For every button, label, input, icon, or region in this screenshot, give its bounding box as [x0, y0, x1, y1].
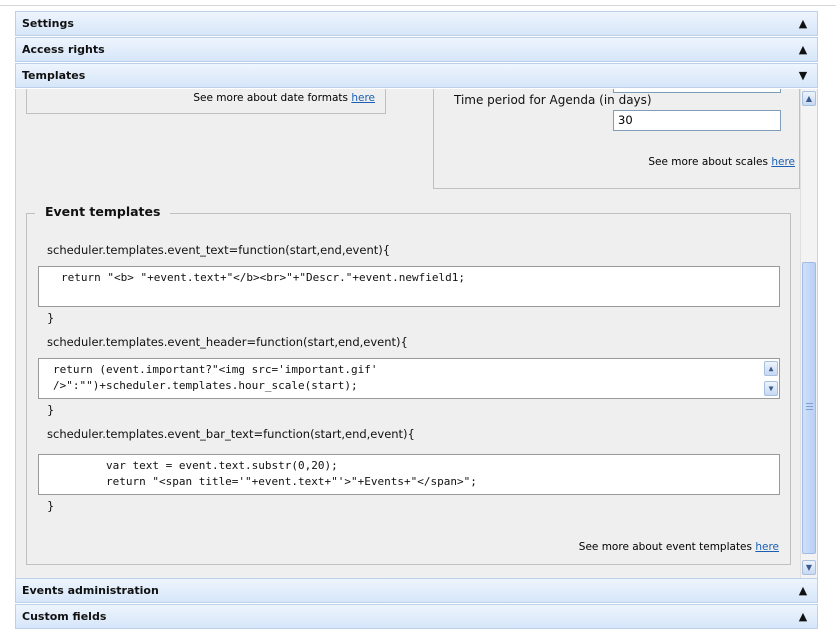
- agenda-days-value: 30: [618, 113, 633, 127]
- date-formats-fieldset: See more about date formats here: [26, 89, 386, 114]
- date-formats-text: See more about date formats: [193, 92, 352, 104]
- event-bar-code-line1: var text = event.text.substr(0,20);: [53, 459, 338, 472]
- scales-link[interactable]: here: [771, 156, 795, 168]
- templates-panel: See more about date formats here 14 Time…: [15, 89, 818, 578]
- event-templates-note: See more about event templates here: [579, 541, 779, 553]
- date-formats-note: See more about date formats here: [193, 92, 375, 104]
- scroll-up-icon[interactable]: ▲: [764, 361, 778, 376]
- event-text-close: }: [47, 311, 55, 325]
- accordion-settings[interactable]: Settings ▲: [15, 11, 818, 36]
- event-header-close: }: [47, 403, 55, 417]
- agenda-days-input[interactable]: 30: [613, 110, 781, 131]
- event-bar-signature: scheduler.templates.event_bar_text=funct…: [47, 427, 415, 441]
- event-text-signature: scheduler.templates.event_text=function(…: [47, 243, 391, 257]
- agenda-label: Time period for Agenda (in days): [454, 93, 652, 107]
- chevron-up-icon[interactable]: ▲: [797, 12, 809, 36]
- chevron-down-icon[interactable]: ▼: [797, 64, 809, 88]
- date-formats-link[interactable]: here: [351, 92, 375, 104]
- accordion-custom-fields-label: Custom fields: [22, 610, 107, 623]
- event-header-code-line2: />":"")+scheduler.templates.hour_scale(s…: [53, 379, 358, 392]
- accordion-settings-label: Settings: [22, 17, 74, 30]
- scrollbar-thumb[interactable]: [802, 262, 816, 554]
- accordion-access-rights-label: Access rights: [22, 43, 105, 56]
- accordion-events-administration-label: Events administration: [22, 584, 159, 597]
- chevron-up-icon[interactable]: ▲: [797, 38, 809, 62]
- accordion-access-rights[interactable]: Access rights ▲: [15, 37, 818, 62]
- event-header-editor[interactable]: return (event.important?"<img src='impor…: [38, 358, 780, 399]
- event-bar-close: }: [47, 499, 55, 513]
- event-text-code: return "<b> "+event.text+"</b><br>"+"Des…: [61, 271, 465, 284]
- chevron-up-icon[interactable]: ▲: [797, 579, 809, 603]
- scroll-down-icon[interactable]: ▼: [764, 381, 778, 396]
- event-templates-text: See more about event templates: [578, 541, 756, 553]
- scroll-down-icon[interactable]: ▼: [802, 560, 816, 575]
- accordion-custom-fields[interactable]: Custom fields ▲: [15, 604, 818, 629]
- accordion-templates[interactable]: Templates ▼: [15, 63, 818, 88]
- event-text-editor[interactable]: return "<b> "+event.text+"</b><br>"+"Des…: [38, 266, 780, 307]
- top-border: [0, 0, 836, 6]
- accordion-templates-label: Templates: [22, 69, 86, 82]
- scales-fieldset: 14 Time period for Agenda (in days) 30 S…: [433, 89, 800, 189]
- panel-scrollbar[interactable]: ▲ ▼: [800, 89, 817, 578]
- event-header-signature: scheduler.templates.event_header=functio…: [47, 335, 408, 349]
- event-bar-editor[interactable]: var text = event.text.substr(0,20); retu…: [38, 454, 780, 495]
- event-header-code-line1: return (event.important?"<img src='impor…: [53, 363, 378, 376]
- chevron-up-icon[interactable]: ▲: [797, 605, 809, 629]
- accordion-events-administration[interactable]: Events administration ▲: [15, 578, 818, 603]
- event-templates-legend: Event templates: [35, 204, 171, 219]
- scroll-up-icon[interactable]: ▲: [802, 91, 816, 106]
- event-templates-link[interactable]: here: [755, 541, 779, 553]
- event-bar-code-line2: return "<span title='"+event.text+"'>"+E…: [53, 475, 477, 488]
- scales-note: See more about scales here: [648, 156, 795, 168]
- scales-text: See more about scales: [648, 156, 772, 168]
